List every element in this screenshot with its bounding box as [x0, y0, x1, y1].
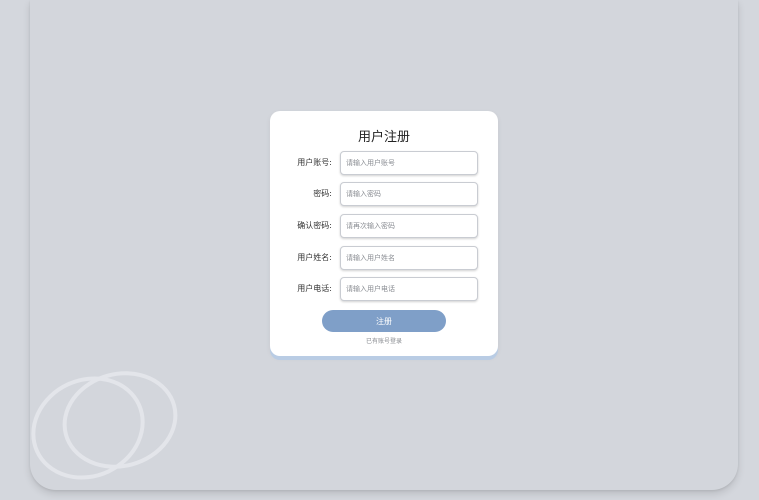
name-input[interactable] [340, 246, 478, 270]
decorative-rings [31, 371, 178, 480]
field-row-account: 用户账号: [270, 151, 498, 175]
account-input[interactable] [340, 151, 478, 175]
register-button[interactable]: 注册 [322, 310, 446, 332]
login-link[interactable]: 已有账号登录 [270, 336, 498, 345]
field-row-name: 用户姓名: [270, 246, 498, 270]
register-card: 用户注册 用户账号: 密码: 确认密码: 用户姓名: 用户电话: 注册 已有账号… [270, 111, 498, 356]
account-label: 用户账号: [297, 158, 332, 167]
field-row-password: 密码: [270, 182, 498, 206]
phone-input[interactable] [340, 277, 478, 301]
password-input[interactable] [340, 182, 478, 206]
field-row-confirm-password: 确认密码: [270, 214, 498, 238]
name-label: 用户姓名: [297, 253, 332, 262]
confirm-password-input[interactable] [340, 214, 478, 238]
form-title: 用户注册 [357, 130, 410, 145]
field-row-phone: 用户电话: [270, 277, 498, 301]
password-label: 密码: [313, 189, 332, 198]
confirm-password-label: 确认密码: [297, 221, 332, 230]
phone-label: 用户电话: [297, 284, 332, 293]
